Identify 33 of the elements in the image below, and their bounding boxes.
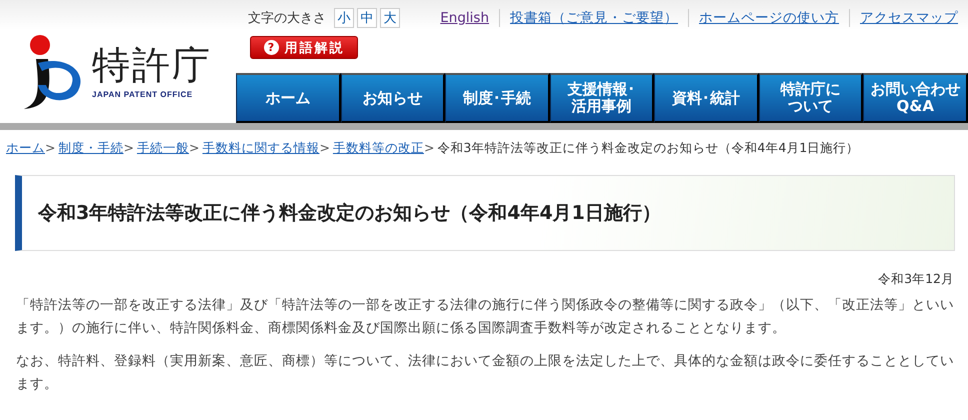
header-link[interactable]: ホームページの使い方 xyxy=(688,9,849,27)
body-paragraph: 「特許法等の一部を改正する法律」及び「特許法等の一部を改正する法律の施行に伴う関係政令の整備等に関する政令」（以下、「改正法等」といいます。）の施行に伴い、特許関係料金、商標関係料金及び国際出願に係る国際調査手数料等が改定されることとなります。 xyxy=(16,296,955,338)
body-paragraph: なお、特許料、登録料（実用新案、意匠、商標）等について、法律において金額の上限を法定した上で、具体的な金額は政令に委任することとしています。 xyxy=(16,352,955,394)
logo-name: 特許庁 xyxy=(92,46,212,84)
page-title: 令和3年特許法等改正に伴う料金改定のお知らせ（令和4年4月1日施行） xyxy=(15,175,955,251)
header-link[interactable]: 投書箱（ご意見・ご要望） xyxy=(499,9,688,27)
breadcrumb-link[interactable]: 手数料等の改正 xyxy=(332,140,424,157)
breadcrumb-separator: > xyxy=(424,140,434,157)
header-link[interactable]: アクセスマップ xyxy=(849,9,968,27)
breadcrumb-link[interactable]: ホーム xyxy=(6,140,45,157)
font-size-option[interactable]: 小 xyxy=(334,8,354,28)
glossary-button[interactable]: ? 用語解説 xyxy=(250,36,358,59)
header-link[interactable]: English xyxy=(430,10,499,26)
nav-tab[interactable]: お知らせ xyxy=(340,73,446,123)
breadcrumb-separator: > xyxy=(188,140,200,157)
nav-tab[interactable]: ホーム xyxy=(236,73,341,123)
breadcrumb-separator: > xyxy=(123,140,134,157)
font-size-option[interactable]: 大 xyxy=(380,8,400,28)
breadcrumb-link[interactable]: 手数料に関する情報 xyxy=(202,140,320,157)
font-size-option[interactable]: 中 xyxy=(357,8,377,28)
nav-tab[interactable]: お問い合わせ Q&A xyxy=(863,73,968,123)
nav-tab[interactable]: 支援情報･ 活用事例 xyxy=(550,73,654,123)
breadcrumb-link[interactable]: 手続一般 xyxy=(136,140,189,157)
breadcrumb-separator: > xyxy=(319,140,330,157)
nav-tab[interactable]: 資料･統計 xyxy=(654,73,759,123)
nav-tab[interactable]: 制度･手続 xyxy=(445,73,550,123)
logo-subtitle: JAPAN PATENT OFFICE xyxy=(92,90,193,99)
font-size-label: 文字の大きさ xyxy=(248,10,326,27)
date-text: 令和3年12月 xyxy=(878,271,954,286)
breadcrumb-separator: > xyxy=(45,140,56,157)
breadcrumb-link[interactable]: 制度・手続 xyxy=(58,140,124,157)
breadcrumb-current: 令和3年特許法等改正に伴う料金改定のお知らせ（令和4年4月1日施行） xyxy=(437,140,860,157)
nav-tab[interactable]: 特許庁に ついて xyxy=(758,73,864,123)
